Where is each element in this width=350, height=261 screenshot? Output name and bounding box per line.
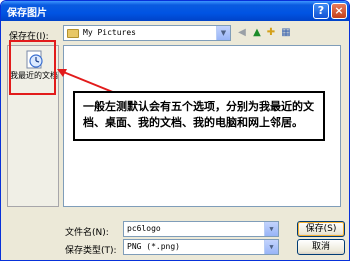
chevron-down-icon[interactable]: ▼ — [216, 26, 230, 40]
save-button[interactable]: 保存(S) — [297, 221, 345, 237]
annotation-callout: 一般左测默认会有五个选项，分别为我最近的文档、桌面、我的文档、我的电脑和网上邻居… — [73, 91, 325, 141]
cancel-button[interactable]: 取消 — [297, 239, 345, 255]
filename-input[interactable]: pc6logo ▼ — [123, 221, 279, 237]
new-folder-icon[interactable]: ✚ — [265, 27, 277, 39]
save-in-dropdown[interactable]: My Pictures ▼ — [63, 25, 231, 41]
help-button[interactable]: ? — [313, 3, 329, 19]
filetype-label: 保存类型(T): — [65, 246, 117, 256]
highlight-box — [9, 40, 56, 95]
up-folder-icon[interactable]: ▲ — [251, 27, 263, 39]
close-button[interactable]: × — [331, 3, 347, 19]
save-image-dialog: 保存图片 ? × 保存在(I): My Pictures ▼ ◀ ▲ ✚ ▦ 我… — [0, 0, 350, 261]
views-menu-icon[interactable]: ▦ — [279, 27, 293, 39]
filetype-dropdown[interactable]: PNG (*.png) ▼ — [123, 239, 279, 255]
filename-label: 文件名(N): — [65, 228, 109, 238]
filename-value: pc6logo — [127, 224, 161, 233]
current-folder-name: My Pictures — [83, 28, 136, 37]
title-bar[interactable]: 保存图片 ? × — [1, 1, 349, 21]
window-title: 保存图片 — [7, 8, 47, 19]
chevron-down-icon[interactable]: ▼ — [264, 240, 278, 254]
chevron-down-icon[interactable]: ▼ — [264, 222, 278, 236]
folder-icon — [67, 29, 79, 38]
filetype-value: PNG (*.png) — [127, 242, 180, 251]
back-icon[interactable]: ◀ — [236, 27, 248, 39]
